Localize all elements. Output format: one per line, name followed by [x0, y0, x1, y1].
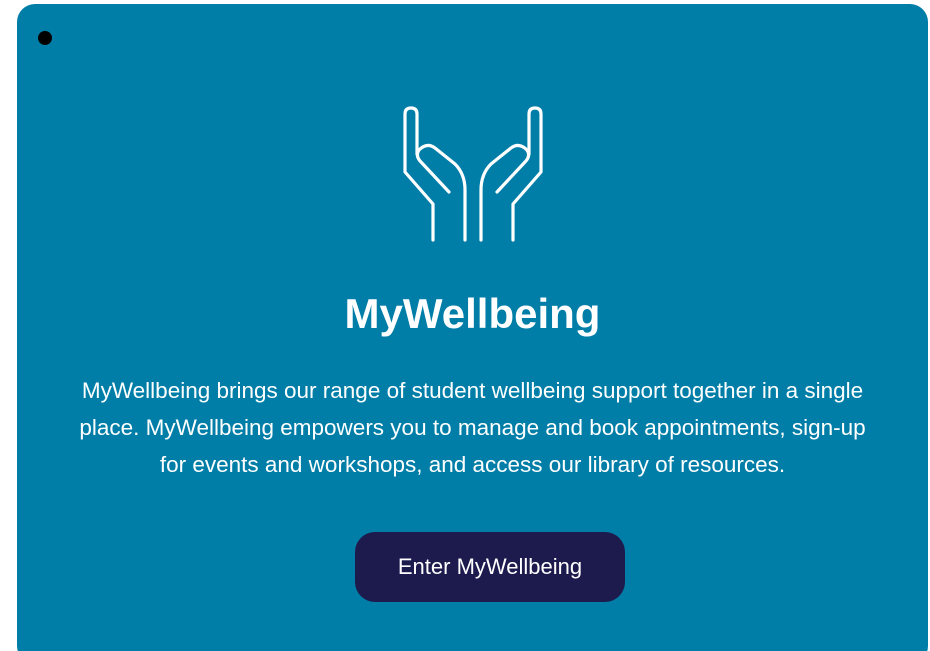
card-description: MyWellbeing brings our range of student … — [79, 378, 866, 477]
card-title: MyWellbeing — [344, 290, 601, 337]
bullet-dot — [38, 31, 52, 45]
wellbeing-card: MyWellbeing MyWellbeing brings our range… — [17, 4, 928, 651]
enter-mywellbeing-button[interactable]: Enter MyWellbeing — [355, 532, 625, 602]
open-hands-icon — [401, 104, 545, 244]
